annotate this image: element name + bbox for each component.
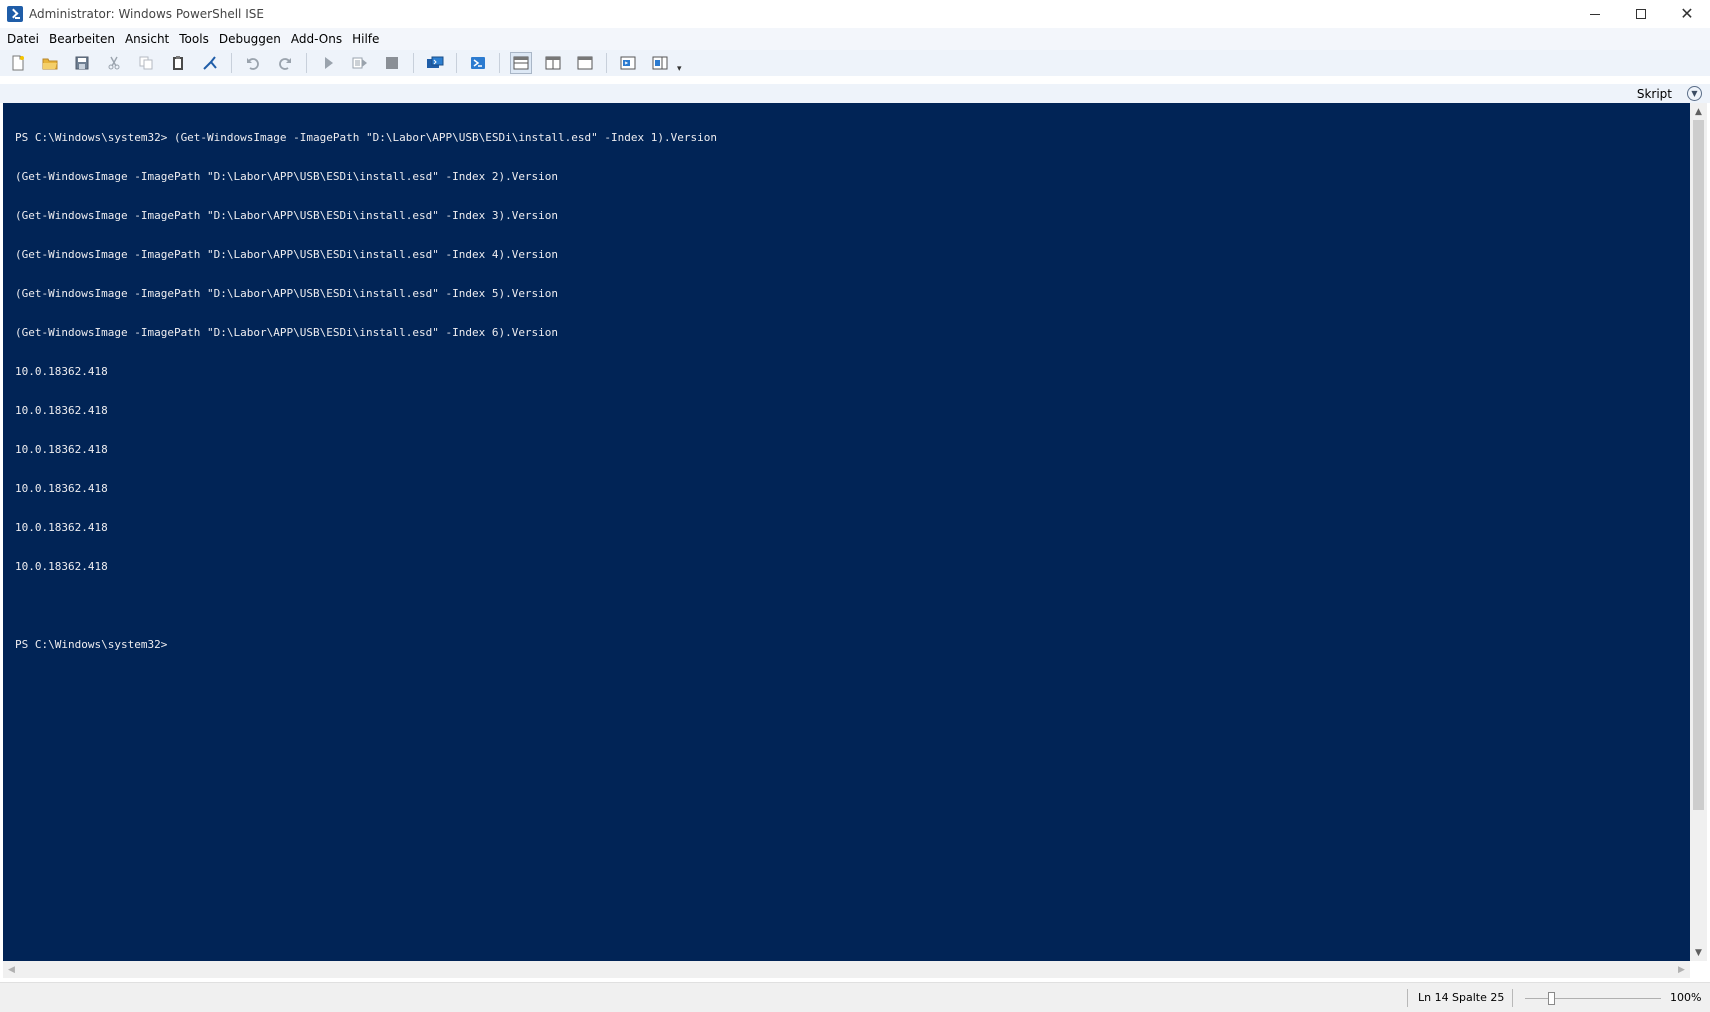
status-bar: Ln 14 Spalte 25 100% xyxy=(0,982,1710,1012)
run-selection-button[interactable] xyxy=(349,52,371,74)
console-line: (Get-WindowsImage -ImagePath "D:\Labor\A… xyxy=(15,248,559,261)
status-separator xyxy=(1512,989,1513,1007)
zoom-slider-thumb[interactable] xyxy=(1548,992,1555,1005)
console-output: PS C:\Windows\system32> (Get-WindowsImag… xyxy=(3,103,1690,677)
new-remote-tab-button[interactable] xyxy=(424,52,446,74)
console-line: 10.0.18362.418 xyxy=(15,482,108,495)
powershell-ise-icon xyxy=(7,6,23,22)
run-script-icon xyxy=(325,57,333,69)
scroll-up-icon[interactable]: ▲ xyxy=(1690,103,1707,120)
clear-console-icon xyxy=(203,56,217,70)
show-command-addon-button[interactable] xyxy=(649,52,671,74)
minimize-icon xyxy=(1590,13,1600,15)
cut-button[interactable] xyxy=(103,52,125,74)
horizontal-scrollbar[interactable]: ◀ ▶ xyxy=(3,961,1690,978)
maximize-button[interactable] xyxy=(1618,0,1664,28)
status-separator xyxy=(1407,989,1408,1007)
scroll-down-icon[interactable]: ▼ xyxy=(1690,944,1707,961)
script-pane-maximized-button[interactable] xyxy=(574,52,596,74)
copy-button[interactable] xyxy=(135,52,157,74)
console-line: 10.0.18362.418 xyxy=(15,521,108,534)
console-line: (Get-WindowsImage -ImagePath "D:\Labor\A… xyxy=(15,326,559,339)
toolbar-separator xyxy=(499,53,500,73)
console-line: 10.0.18362.418 xyxy=(15,404,108,417)
save-button[interactable] xyxy=(71,52,93,74)
script-bar: Skript ▼ xyxy=(0,76,1710,103)
toolbar-separator xyxy=(456,53,457,73)
paste-icon xyxy=(173,56,183,70)
console-line: (Get-WindowsImage -ImagePath "D:\Labor\A… xyxy=(15,170,559,183)
vertical-scroll-thumb[interactable] xyxy=(1693,120,1704,810)
zoom-slider-track[interactable] xyxy=(1525,998,1661,999)
copy-icon xyxy=(139,56,153,70)
maximize-icon xyxy=(1636,9,1646,19)
zoom-level: 100% xyxy=(1670,991,1702,1004)
close-button[interactable]: ✕ xyxy=(1664,0,1710,28)
toolbar-separator xyxy=(413,53,414,73)
stop-button[interactable] xyxy=(381,52,403,74)
stop-icon xyxy=(386,57,398,69)
console-line: (Get-WindowsImage -ImagePath "D:\Labor\A… xyxy=(15,287,559,300)
show-command-addon-icon xyxy=(652,56,668,70)
open-button[interactable] xyxy=(39,52,61,74)
undo-button[interactable] xyxy=(242,52,264,74)
close-icon: ✕ xyxy=(1680,4,1694,23)
show-script-pane-maximized-icon xyxy=(577,56,593,70)
vertical-scrollbar[interactable]: ▲ ▼ xyxy=(1690,103,1707,961)
menu-ansicht[interactable]: Ansicht xyxy=(120,32,174,46)
show-script-pane-right-icon xyxy=(545,56,561,70)
script-pane-label[interactable]: Skript xyxy=(1637,87,1672,101)
script-pane-right-button[interactable] xyxy=(542,52,564,74)
console-line: (Get-WindowsImage -ImagePath "D:\Labor\A… xyxy=(15,209,559,222)
show-command-window-icon xyxy=(620,56,636,70)
open-folder-icon xyxy=(42,58,58,70)
status-column: Spalte 25 xyxy=(1452,991,1505,1004)
show-script-pane-top-icon xyxy=(513,56,529,70)
console-line: PS C:\Windows\system32> (Get-WindowsImag… xyxy=(15,131,717,144)
menu-tools[interactable]: Tools xyxy=(174,32,214,46)
show-command-window-button[interactable] xyxy=(617,52,639,74)
menu-hilfe[interactable]: Hilfe xyxy=(347,32,384,46)
redo-icon xyxy=(279,58,291,70)
paste-button[interactable] xyxy=(167,52,189,74)
run-script-button[interactable] xyxy=(317,52,339,74)
menu-add-ons[interactable]: Add-Ons xyxy=(286,32,347,46)
toolbar-separator xyxy=(306,53,307,73)
redo-button[interactable] xyxy=(274,52,296,74)
console-line: 10.0.18362.418 xyxy=(15,365,108,378)
console-line: 10.0.18362.418 xyxy=(15,560,108,573)
save-icon xyxy=(75,56,89,70)
script-pane-top-button[interactable] xyxy=(510,52,532,74)
toolbar-separator xyxy=(606,53,607,73)
console-line: 10.0.18362.418 xyxy=(15,443,108,456)
scroll-left-icon[interactable]: ◀ xyxy=(3,961,20,978)
scroll-right-icon[interactable]: ▶ xyxy=(1673,961,1690,978)
console-prompt-line[interactable]: PS C:\Windows\system32> xyxy=(15,638,1690,651)
toolbar-separator xyxy=(231,53,232,73)
title-bar: Administrator: Windows PowerShell ISE ✕ xyxy=(0,0,1710,28)
start-powershell-icon xyxy=(471,57,485,69)
chevron-down-circle-icon[interactable]: ▼ xyxy=(1687,86,1702,101)
new-file-button[interactable] xyxy=(7,52,29,74)
menu-debuggen[interactable]: Debuggen xyxy=(214,32,286,46)
menu-bar: Datei Bearbeiten Ansicht Tools Debuggen … xyxy=(0,28,1710,50)
start-powershell-button[interactable] xyxy=(467,52,489,74)
menu-datei[interactable]: Datei xyxy=(2,32,44,46)
new-file-icon xyxy=(12,55,24,71)
new-remote-tab-icon xyxy=(427,56,444,68)
clear-console-button[interactable] xyxy=(199,52,221,74)
run-selection-icon xyxy=(352,57,367,69)
menu-bearbeiten[interactable]: Bearbeiten xyxy=(44,32,120,46)
window-title: Administrator: Windows PowerShell ISE xyxy=(29,7,264,21)
console-pane[interactable]: PS C:\Windows\system32> (Get-WindowsImag… xyxy=(3,103,1690,961)
status-line: Ln 14 xyxy=(1418,991,1449,1004)
minimize-button[interactable] xyxy=(1572,0,1618,28)
window-controls: ✕ xyxy=(1572,0,1710,28)
undo-icon xyxy=(247,58,259,70)
cut-icon xyxy=(108,56,120,70)
toolbar-overflow-icon[interactable]: ▾ xyxy=(677,65,685,74)
toolbar: ▾ xyxy=(0,50,1710,76)
